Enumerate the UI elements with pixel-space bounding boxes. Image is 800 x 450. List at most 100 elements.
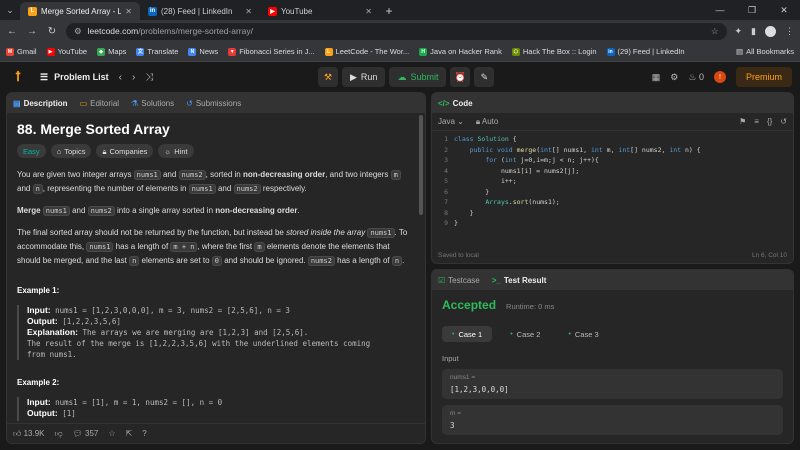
workspace: ▤ Description ▭ Editorial ⚗ Solutions ↺ Subm… — [6, 92, 794, 444]
topics-chip[interactable]: ⌂ Topics — [50, 144, 92, 158]
run-button[interactable]: ▶ Run — [342, 67, 386, 87]
bookmark-hackthebox[interactable]: ⬡ Hack The Box :: Login — [511, 47, 597, 56]
tab-code[interactable]: </> Code — [438, 99, 473, 108]
problem-list-button[interactable]: ☰ Problem List — [40, 72, 109, 83]
code-editor[interactable]: 123456789 class Solution { public void m… — [432, 131, 793, 229]
browser-menu-icon[interactable]: ⋮ — [785, 26, 794, 37]
submit-button[interactable]: ☁ Submit — [389, 67, 447, 87]
bookmark-maps[interactable]: ◆ Maps — [97, 47, 126, 56]
premium-button[interactable]: Premium — [735, 67, 792, 87]
browser-tab-strip: ⌄ L Merge Sorted Array - LeetCode ✕ in (… — [0, 0, 800, 20]
fibonacci-icon: ▼ — [228, 47, 237, 56]
companies-chip[interactable]: 🔒︎ Companies — [96, 144, 154, 158]
format-code-icon[interactable]: ≡ — [754, 117, 759, 126]
debug-button[interactable]: ⚒ — [318, 67, 338, 87]
gmail-icon: M — [6, 47, 14, 56]
settings-icon[interactable]: ⚙ — [670, 72, 678, 83]
share-icon[interactable]: ⇱ — [126, 429, 133, 438]
help-icon[interactable]: ? — [142, 429, 146, 438]
site-info-icon[interactable]: ⚙ — [74, 26, 82, 37]
favorite-star-icon[interactable]: ☆ — [108, 429, 115, 438]
comments-button[interactable]: 💬︎ 357 — [73, 429, 99, 438]
maximize-icon[interactable]: ❐ — [736, 0, 768, 20]
passed-dot-icon: • — [568, 330, 571, 338]
description-paragraph: You are given two integer arrays nums1 a… — [17, 168, 415, 196]
bookmarks-bar: M Gmail ▶ YouTube ◆ Maps 文 Translate N News ▼… — [0, 42, 800, 62]
close-window-icon[interactable]: ✕ — [768, 0, 800, 20]
all-bookmarks-button[interactable]: ▤ All Bookmarks — [736, 47, 794, 56]
thumbs-up-icon: 👍︎ — [13, 428, 22, 438]
browser-tab-leetcode[interactable]: L Merge Sorted Array - LeetCode ✕ — [20, 2, 140, 20]
back-icon[interactable]: ← — [6, 26, 18, 37]
flame-icon: ♨ — [688, 71, 697, 82]
tab-editorial[interactable]: ▭ Editorial — [80, 99, 119, 108]
next-problem-icon[interactable]: › — [132, 72, 135, 83]
url-path: /problems/merge-sorted-array/ — [138, 26, 253, 36]
tab-test-result[interactable]: >_ Test Result — [492, 276, 547, 285]
url-input[interactable]: ⚙ leetcode.com/problems/merge-sorted-arr… — [66, 22, 727, 40]
hackerrank-icon: H — [419, 47, 428, 56]
extensions-icon[interactable]: ✦ — [735, 26, 743, 37]
random-problem-icon[interactable]: ⤨ — [145, 72, 153, 83]
param-value: [1,2,3,0,0,0] — [450, 385, 509, 394]
case-1-tab[interactable]: • Case 1 — [442, 326, 493, 342]
side-panel-icon[interactable]: ▮ — [751, 26, 756, 37]
result-status: Accepted — [442, 298, 497, 312]
prev-problem-icon[interactable]: ‹ — [119, 72, 122, 83]
close-tab-icon[interactable]: ✕ — [365, 7, 372, 16]
difficulty-badge[interactable]: Easy — [17, 144, 46, 158]
leetcode-logo-icon[interactable]: ꝉ — [10, 69, 26, 85]
bookmark-hackerrank[interactable]: H Java on Hacker Rank — [419, 47, 502, 56]
bookmark-icon[interactable]: ⚑ — [739, 117, 746, 126]
bookmark-star-icon[interactable]: ☆ — [711, 26, 719, 37]
browser-tab-linkedin[interactable]: in (28) Feed | LinkedIn ✕ — [140, 2, 260, 20]
like-button[interactable]: 👍︎ 13.9K — [13, 429, 45, 439]
hint-chip[interactable]: ☼ Hint — [158, 144, 194, 158]
browser-tab-youtube[interactable]: ▶ YouTube ✕ — [260, 2, 380, 20]
user-avatar[interactable]: ! — [713, 71, 726, 83]
linkedin-icon: in — [606, 47, 615, 56]
tab-solutions[interactable]: ⚗ Solutions — [131, 99, 174, 108]
runtime-label: Runtime: 0 ms — [506, 302, 555, 311]
layout-icon[interactable]: ▦ — [652, 72, 661, 83]
minimize-icon[interactable]: — — [704, 0, 736, 20]
timer-icon[interactable]: ⏰ — [450, 67, 471, 87]
bookmark-linkedin[interactable]: in (29) Feed | LinkedIn — [606, 47, 685, 56]
language-select[interactable]: Java ⌄ — [438, 117, 464, 126]
passed-dot-icon: • — [510, 330, 513, 338]
tab-search-icon[interactable]: ⌄ — [0, 0, 20, 20]
bookmark-gmail[interactable]: M Gmail — [6, 47, 37, 56]
linkedin-favicon-icon: in — [148, 6, 157, 16]
tab-submissions[interactable]: ↺ Submissions — [186, 99, 241, 108]
case-2-tab[interactable]: • Case 2 — [500, 326, 550, 342]
checkbox-icon: ☑ — [438, 275, 446, 285]
reload-icon[interactable]: ↻ — [46, 26, 58, 37]
reset-icon[interactable]: ↺ — [780, 117, 787, 126]
problem-description: 88. Merge Sorted Array Easy ⌂ Topics 🔒︎ Co… — [7, 113, 425, 421]
description-scrollbar[interactable] — [419, 115, 423, 215]
profile-avatar[interactable] — [765, 25, 776, 37]
bookmark-translate[interactable]: 文 Translate — [136, 47, 178, 56]
auto-toggle[interactable]: 🔒︎ Auto — [476, 117, 499, 127]
bookmark-leetcode[interactable]: L LeetCode - The Wor... — [324, 47, 409, 56]
tab-testcase[interactable]: ☑ Testcase — [438, 276, 480, 285]
close-tab-icon[interactable]: ✕ — [125, 7, 132, 16]
new-tab-button[interactable]: + — [380, 2, 398, 20]
case-3-tab[interactable]: • Case 3 — [558, 326, 608, 342]
tab-title: YouTube — [281, 6, 313, 16]
bookmark-youtube[interactable]: ▶ YouTube — [46, 47, 87, 56]
bookmark-fibonacci[interactable]: ▼ Fibonacci Series in J... — [228, 47, 315, 56]
code-lines: class Solution { public void merge(int[]… — [454, 135, 701, 227]
close-tab-icon[interactable]: ✕ — [245, 7, 252, 16]
leetcode-icon: L — [324, 47, 333, 56]
streak-counter[interactable]: ♨ 0 — [688, 72, 704, 83]
dislike-icon[interactable]: 👎︎ — [55, 429, 63, 439]
input-param-box: m = 3 — [442, 405, 783, 435]
notes-icon[interactable]: ✎ — [474, 67, 495, 87]
bookmark-news[interactable]: N News — [188, 47, 218, 56]
flask-icon: ⚗ — [131, 98, 139, 108]
tab-description[interactable]: ▤ Description — [13, 99, 68, 108]
braces-icon[interactable]: {} — [767, 117, 772, 126]
url-host: leetcode.com — [87, 26, 139, 36]
forward-icon[interactable]: → — [26, 26, 38, 37]
